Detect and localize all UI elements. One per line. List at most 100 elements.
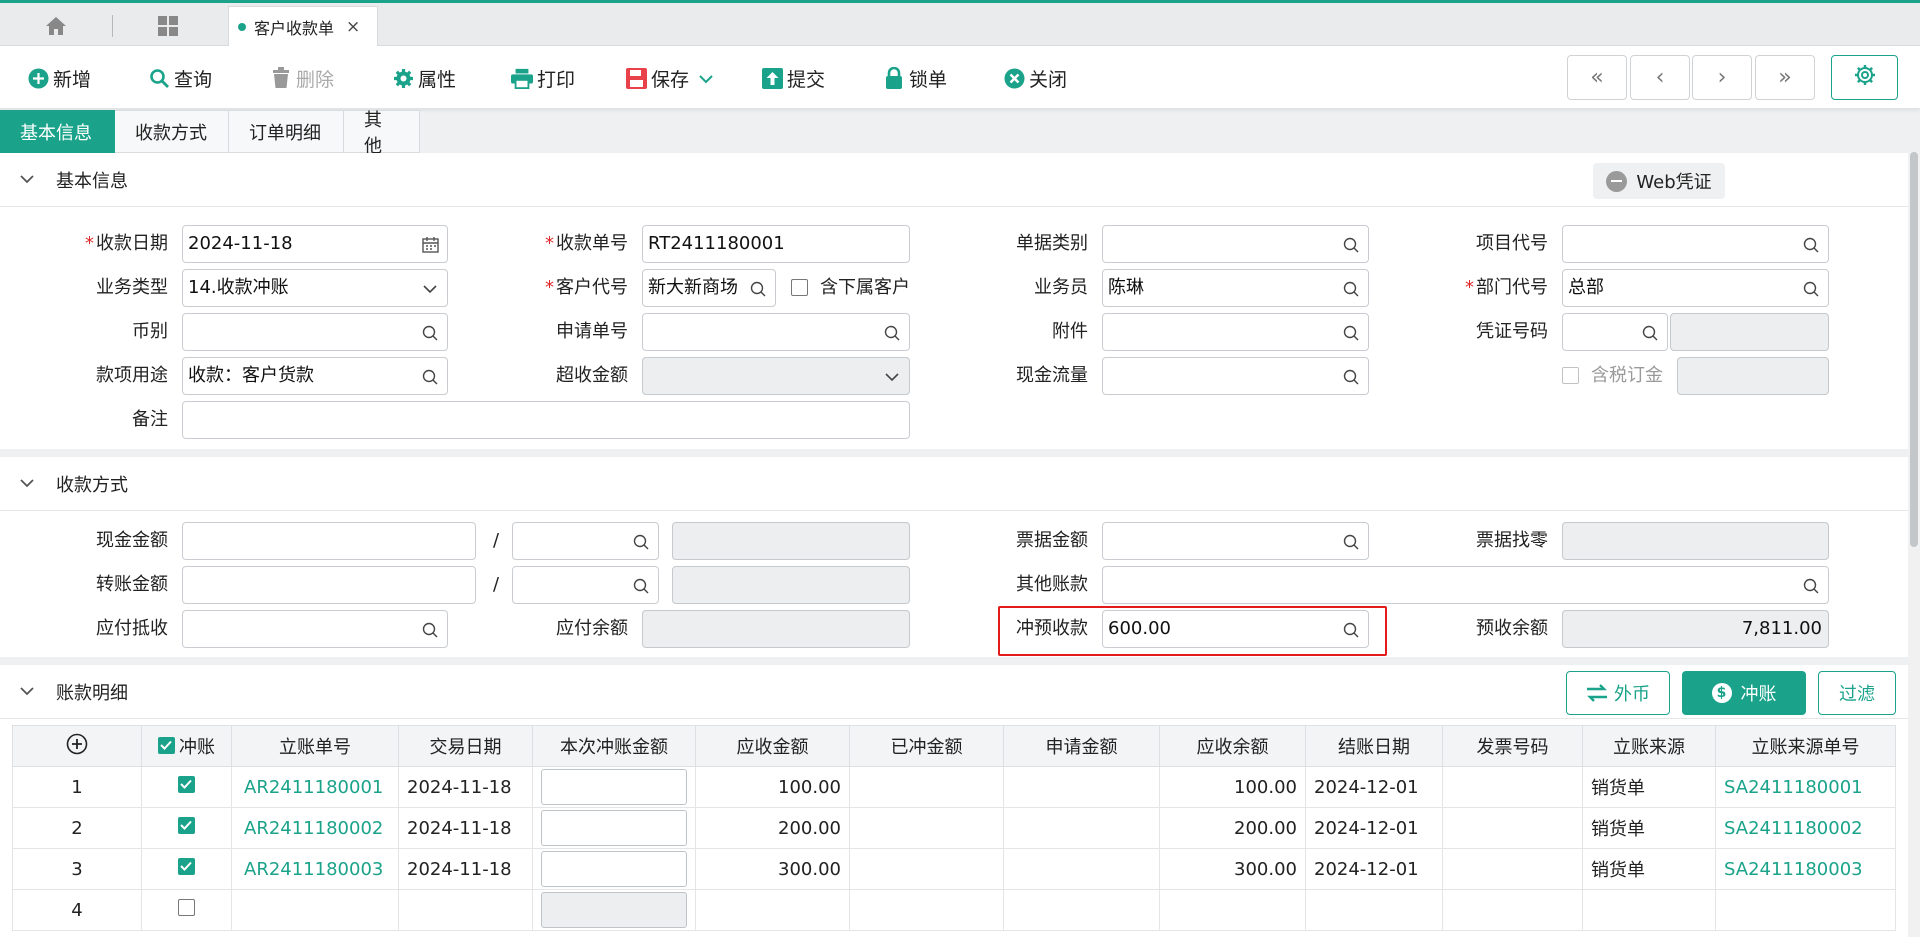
filter-button[interactable]: 过滤 [1818,671,1896,715]
salesperson-field[interactable]: 陈琳 [1102,269,1369,307]
bill-amount-field[interactable] [1102,522,1369,560]
row-checkbox-cell[interactable] [141,766,232,808]
delete-button[interactable]: 删除 [270,64,334,92]
remark-field[interactable] [182,401,910,439]
payment-header[interactable]: 收款方式 [0,457,1908,511]
nav-prev-button[interactable]: ‹ [1630,55,1690,100]
row-checkbox[interactable] [178,899,195,916]
offset-amount-cell[interactable] [532,766,696,808]
tab-other[interactable]: 其他 [344,110,420,157]
other-account-field[interactable] [1102,566,1829,604]
source-no-link[interactable]: SA2411180003 [1715,848,1896,890]
lock-button[interactable]: 锁单 [883,64,947,92]
doc-no-cell [231,889,399,931]
grid-icon[interactable] [150,13,186,39]
foreign-currency-button[interactable]: 外币 [1566,671,1670,715]
select-all-checkbox[interactable] [158,737,175,755]
tab-customer-receipt[interactable]: 客户收款单 × [228,6,378,46]
apply-no-field[interactable] [642,313,910,351]
doc-type-field[interactable] [1102,225,1369,263]
close-tab-icon[interactable]: × [346,17,360,37]
properties-button[interactable]: 属性 [392,64,456,92]
search-icon[interactable] [1342,280,1360,298]
payable-offset-field[interactable] [182,610,448,648]
new-button[interactable]: 新增 [27,64,91,92]
search-icon[interactable] [421,324,439,342]
search-icon[interactable] [883,324,901,342]
source-no-link[interactable]: SA2411180002 [1715,807,1896,849]
search-icon[interactable] [1802,280,1820,298]
search-icon[interactable] [1342,533,1360,551]
offset-amount-input[interactable] [541,810,687,846]
table-row[interactable]: 1 AR2411180001 2024-11-18 100.00 100.00 … [12,766,1896,808]
add-row-cell[interactable] [12,725,142,767]
search-icon[interactable] [1342,236,1360,254]
offset-button[interactable]: $ 冲账 [1682,671,1806,715]
web-voucher-button[interactable]: Web凭证 [1593,163,1725,199]
dept-code-field[interactable]: 总部 [1562,269,1829,307]
submit-button[interactable]: 提交 [761,64,825,92]
doc-no-link[interactable]: AR2411180002 [231,807,399,849]
print-button[interactable]: 打印 [511,64,575,92]
settings-button[interactable] [1831,55,1898,100]
row-checkbox[interactable] [178,817,195,834]
customer-code-field[interactable]: 新大新商场 [642,269,776,307]
chevron-down-icon[interactable] [699,67,713,89]
source-no-link[interactable]: SA2411180001 [1715,766,1896,808]
search-icon[interactable] [749,280,767,298]
table-row[interactable]: 3 AR2411180003 2024-11-18 300.00 300.00 … [12,848,1896,890]
row-checkbox[interactable] [178,776,195,793]
tab-order-detail[interactable]: 订单明细 [229,110,344,153]
offset-amount-input[interactable] [541,851,687,887]
calendar-icon[interactable] [421,236,439,254]
tab-payment-method[interactable]: 收款方式 [115,110,229,153]
biz-type-select[interactable]: 14.收款冲账 [182,269,448,307]
row-checkbox-cell[interactable] [141,889,232,931]
row-checkbox[interactable] [178,858,195,875]
search-icon[interactable] [421,368,439,386]
table-row[interactable]: 4 [12,889,1896,931]
doc-no-link[interactable]: AR2411180001 [231,766,399,808]
save-button[interactable]: 保存 [625,64,713,92]
doc-no-link[interactable]: AR2411180003 [231,848,399,890]
close-button[interactable]: 关闭 [1003,64,1067,92]
row-checkbox-cell[interactable] [141,807,232,849]
table-row[interactable]: 2 AR2411180002 2024-11-18 200.00 200.00 … [12,807,1896,849]
query-button[interactable]: 查询 [148,64,212,92]
receipt-no-field[interactable]: RT2411180001 [642,225,910,263]
currency-field[interactable] [182,313,448,351]
nav-last-button[interactable]: » [1755,55,1815,100]
include-sub-checkbox[interactable] [791,279,808,296]
search-icon[interactable] [1641,324,1659,342]
nav-next-button[interactable]: › [1692,55,1752,100]
cash-field[interactable] [182,522,476,560]
search-icon[interactable] [632,577,650,595]
search-icon[interactable] [1342,368,1360,386]
home-icon[interactable] [38,13,74,39]
offset-amount-input[interactable] [541,769,687,805]
search-icon[interactable] [1802,577,1820,595]
purpose-field[interactable]: 收款：客户货款 [182,357,448,395]
receipt-date-field[interactable]: 2024-11-18 [182,225,448,263]
transfer-account-field[interactable] [512,566,659,604]
nav-first-button[interactable]: « [1567,55,1627,100]
search-icon[interactable] [1342,324,1360,342]
cash-flow-field[interactable] [1102,357,1369,395]
attachment-field[interactable] [1102,313,1369,351]
chevron-down-icon[interactable] [421,280,439,298]
search-icon[interactable] [632,533,650,551]
offset-amount-cell[interactable] [532,848,696,890]
voucher-no-field[interactable] [1562,313,1668,351]
row-checkbox-cell[interactable] [141,848,232,890]
tab-basic-info[interactable]: 基本信息 [0,110,115,153]
plus-circle-icon[interactable] [66,733,88,760]
offset-amount-cell[interactable] [532,807,696,849]
search-icon[interactable] [1802,236,1820,254]
project-code-field[interactable] [1562,225,1829,263]
search-icon[interactable] [421,621,439,639]
transfer-field[interactable] [182,566,476,604]
cash-account-field[interactable] [512,522,659,560]
scrollbar-thumb[interactable] [1910,152,1918,547]
vertical-scrollbar[interactable] [1908,152,1920,937]
col-offset[interactable]: 冲账 [141,725,232,767]
